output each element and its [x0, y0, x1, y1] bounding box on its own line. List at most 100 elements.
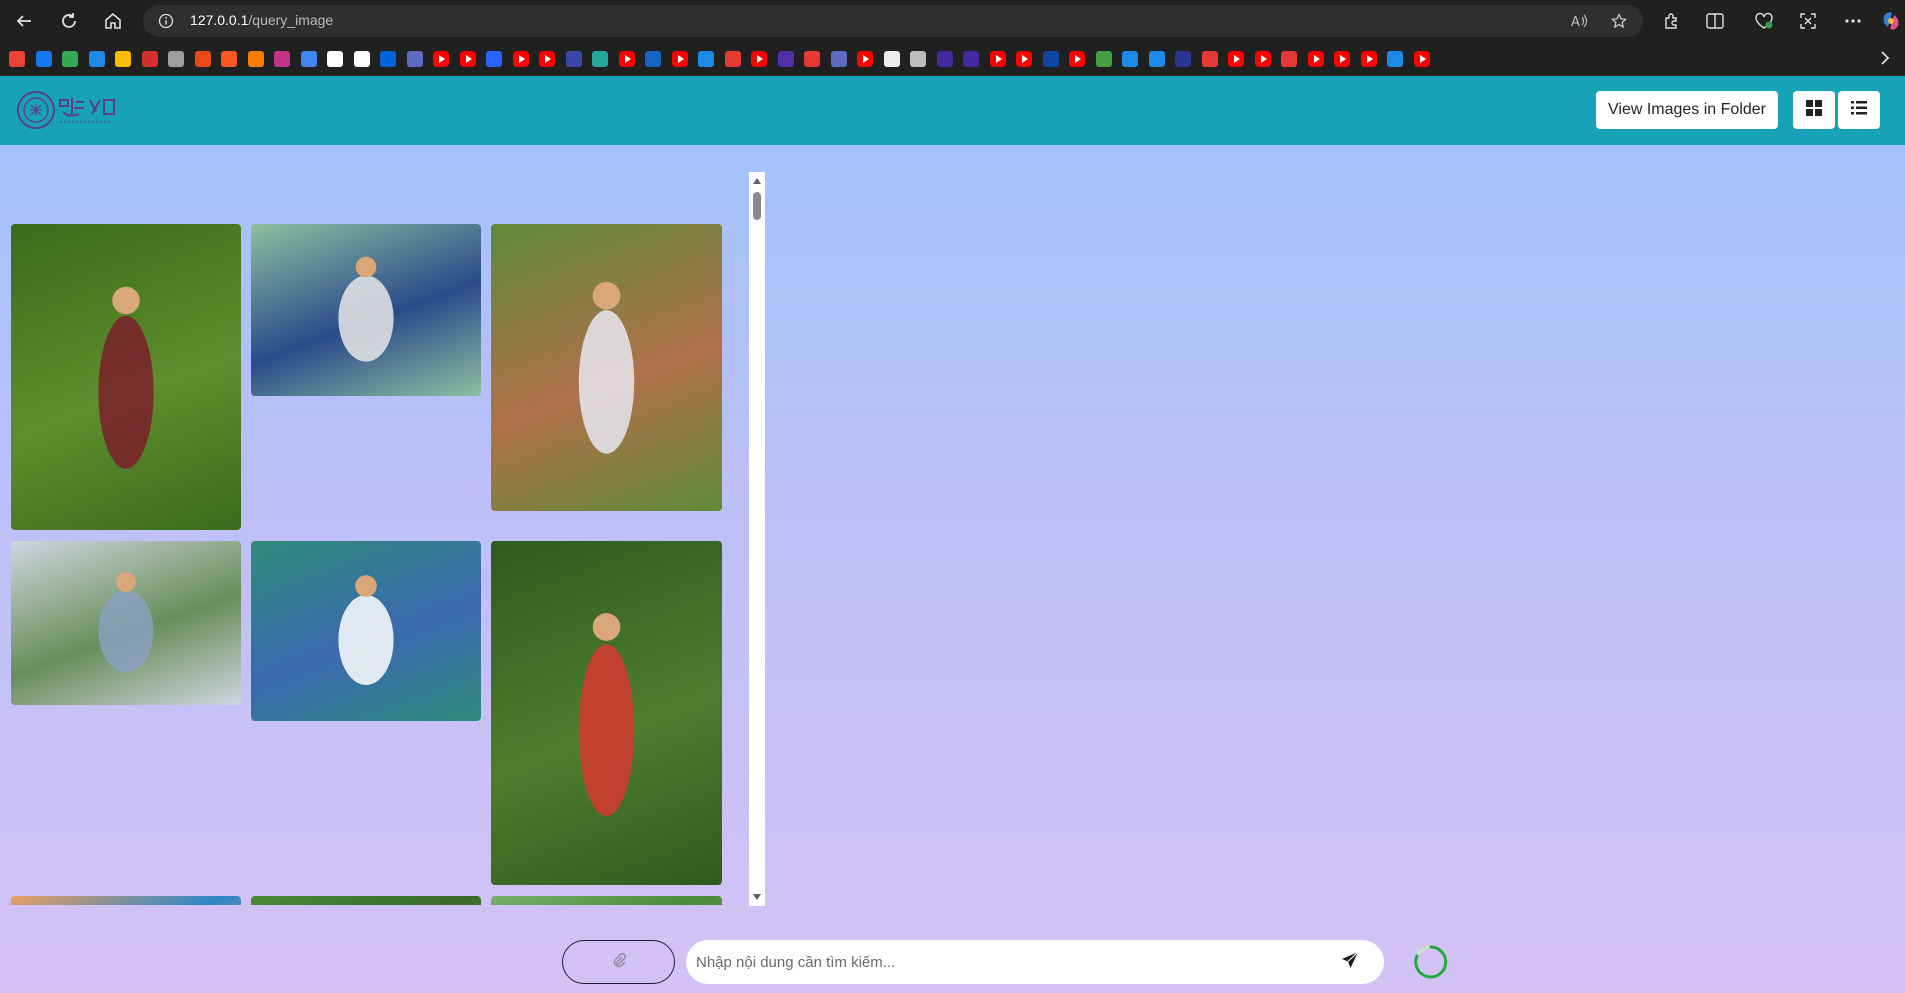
bookmark-favicon-icon[interactable]: [910, 51, 926, 67]
bookmark-favicon-icon[interactable]: [1016, 51, 1032, 67]
address-bar[interactable]: 127.0.0.1/query_image A: [143, 5, 1643, 37]
bookmark-favicon-icon[interactable]: [963, 51, 979, 67]
split-screen-icon[interactable]: [1704, 10, 1726, 32]
bookmark-favicon-icon[interactable]: [327, 51, 343, 67]
bookmark-favicon-icon[interactable]: [1069, 51, 1085, 67]
bookmarks-bar: [0, 42, 1905, 76]
bookmark-favicon-icon[interactable]: [645, 51, 661, 67]
bookmark-favicon-icon[interactable]: [698, 51, 714, 67]
bookmark-favicon-icon[interactable]: [35, 51, 52, 67]
bookmark-favicon-icon[interactable]: [857, 51, 873, 67]
home-icon[interactable]: [101, 9, 125, 33]
browser-toolbar: 127.0.0.1/query_image A: [0, 0, 1905, 42]
bookmark-favicon-icon[interactable]: [194, 51, 211, 67]
bookmark-favicon-icon[interactable]: [883, 51, 900, 67]
url-path: /query_image: [248, 12, 334, 28]
bookmark-favicon-icon[interactable]: [671, 51, 688, 67]
more-icon[interactable]: [1842, 10, 1864, 32]
grid-view-button[interactable]: [1793, 91, 1835, 129]
bookmark-favicon-icon[interactable]: [459, 51, 476, 67]
bookmark-favicon-icon[interactable]: [1201, 51, 1218, 67]
bookmark-favicon-icon[interactable]: [512, 51, 529, 67]
read-aloud-icon[interactable]: A: [1571, 13, 1589, 34]
refresh-icon[interactable]: [57, 9, 81, 33]
send-icon: [1341, 951, 1359, 974]
send-button[interactable]: [1338, 951, 1362, 973]
bookmark-favicon-icon[interactable]: [936, 51, 953, 67]
gallery-scrollbar[interactable]: [749, 172, 765, 906]
bookmark-favicon-icon[interactable]: [88, 51, 105, 67]
bookmark-favicon-icon[interactable]: [592, 51, 608, 67]
favorite-star-icon[interactable]: [1611, 13, 1627, 34]
app-header: View Images in Folder: [0, 76, 1905, 145]
search-input[interactable]: [696, 940, 1316, 984]
screenshot-icon[interactable]: [1797, 10, 1819, 32]
bookmark-favicon-icon[interactable]: [300, 51, 317, 67]
bookmark-favicon-icon[interactable]: [274, 51, 290, 67]
tennis-court-trees-image[interactable]: [251, 896, 481, 905]
scroll-up-arrow-icon[interactable]: [753, 178, 761, 184]
bookmark-favicon-icon[interactable]: [1281, 51, 1297, 67]
info-icon[interactable]: [158, 13, 174, 34]
list-view-icon: [1851, 100, 1867, 120]
bookmark-favicon-icon[interactable]: [9, 51, 25, 67]
bookmark-favicon-icon[interactable]: [539, 51, 555, 67]
bookmark-favicon-icon[interactable]: [433, 51, 449, 67]
performance-icon[interactable]: [1753, 10, 1775, 32]
child-cap-image[interactable]: [11, 896, 241, 905]
bookmark-favicon-icon[interactable]: [830, 51, 847, 67]
svg-text:A: A: [1571, 15, 1580, 29]
attach-file-button[interactable]: [562, 940, 675, 984]
bookmark-favicon-icon[interactable]: [751, 51, 767, 67]
bookmark-favicon-icon[interactable]: [486, 51, 502, 67]
bookmark-favicon-icon[interactable]: [141, 51, 158, 67]
scrollbar-thumb[interactable]: [753, 192, 761, 220]
tennis-players-court-image[interactable]: [251, 224, 481, 396]
list-view-button[interactable]: [1838, 91, 1880, 129]
bookmark-favicon-icon[interactable]: [1307, 51, 1324, 67]
bookmark-favicon-icon[interactable]: [1387, 51, 1403, 67]
bookmark-favicon-icon[interactable]: [1360, 51, 1377, 67]
bookmark-favicon-icon[interactable]: [221, 51, 237, 67]
bookmark-favicon-icon[interactable]: [1148, 51, 1165, 67]
bookmark-favicon-icon[interactable]: [247, 51, 264, 67]
image-gallery: [0, 170, 765, 905]
bookmark-favicon-icon[interactable]: [989, 51, 1006, 67]
chevron-right-icon[interactable]: [1879, 50, 1891, 71]
bookmark-favicon-icon[interactable]: [804, 51, 820, 67]
url-host: 127.0.0.1: [190, 12, 249, 28]
bookmark-favicon-icon[interactable]: [565, 51, 582, 67]
tennis-player-sequence-image[interactable]: [251, 541, 481, 721]
bookmark-favicon-icon[interactable]: [1228, 51, 1244, 67]
bookmark-favicon-icon[interactable]: [353, 51, 370, 67]
kids-soccer-image[interactable]: [11, 224, 241, 530]
bookmark-favicon-icon[interactable]: [1095, 51, 1112, 67]
bookmark-favicon-icon[interactable]: [1175, 51, 1191, 67]
bookmark-favicon-icon[interactable]: [380, 51, 396, 67]
university-seal-logo[interactable]: [16, 88, 126, 132]
person-field-house-image[interactable]: [491, 896, 722, 905]
bookmark-favicon-icon[interactable]: [168, 51, 184, 67]
extensions-icon[interactable]: [1661, 10, 1683, 32]
scroll-down-arrow-icon[interactable]: [753, 894, 761, 900]
boy-swinging-bat-yard-image[interactable]: [491, 541, 722, 885]
back-icon[interactable]: [12, 9, 36, 33]
grid-view-icon: [1806, 99, 1822, 121]
boy-batting-park-image[interactable]: [11, 541, 241, 705]
bookmark-favicon-icon[interactable]: [1042, 51, 1059, 67]
bookmark-favicon-icon[interactable]: [1122, 51, 1138, 67]
bookmark-favicon-icon[interactable]: [777, 51, 794, 67]
bookmark-favicon-icon[interactable]: [406, 51, 423, 67]
url-text: 127.0.0.1/query_image: [190, 12, 333, 28]
bookmark-favicon-icon[interactable]: [1413, 51, 1430, 67]
bookmark-favicon-icon[interactable]: [62, 51, 78, 67]
paperclip-icon: [611, 951, 627, 974]
bookmark-favicon-icon[interactable]: [618, 51, 635, 67]
view-images-in-folder-button[interactable]: View Images in Folder: [1596, 91, 1778, 129]
bookmark-favicon-icon[interactable]: [1254, 51, 1271, 67]
copilot-icon[interactable]: [1880, 10, 1902, 32]
bookmark-favicon-icon[interactable]: [115, 51, 131, 67]
baseball-batter-ichiro-image[interactable]: [491, 224, 722, 511]
bookmark-favicon-icon[interactable]: [724, 51, 741, 67]
bookmark-favicon-icon[interactable]: [1334, 51, 1350, 67]
